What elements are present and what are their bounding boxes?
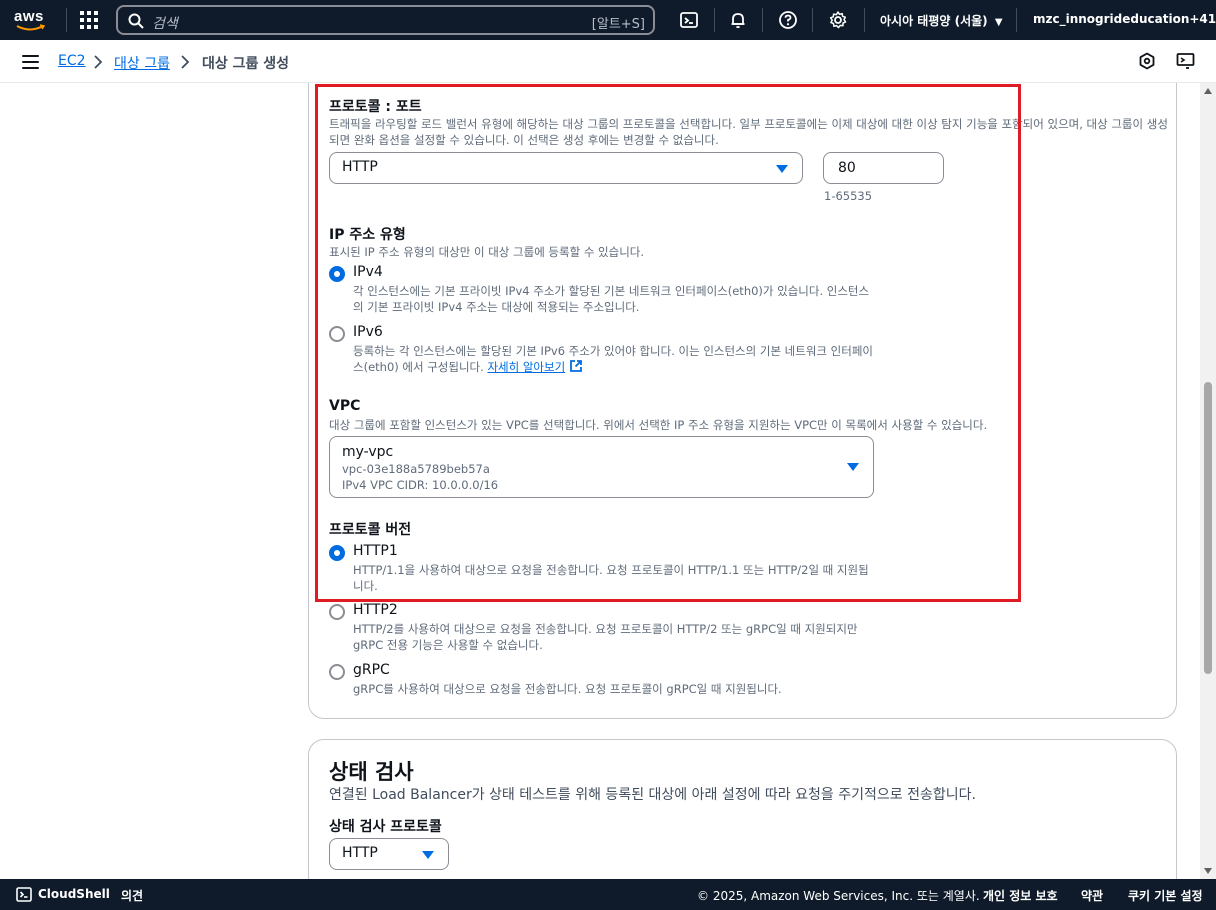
nav-divider	[812, 8, 813, 32]
ipv4-label: IPv4	[353, 264, 383, 280]
cloudshell-link[interactable]: CloudShell	[38, 887, 110, 901]
nav-divider	[1016, 8, 1017, 32]
breadcrumb-bar: EC2 대상 그룹 대상 그룹 생성	[0, 40, 1216, 83]
breadcrumb-target-groups[interactable]: 대상 그룹	[114, 53, 170, 73]
top-navigation: aws 검색 [알트+S] 아시아 태평양 (서울) ▼ mzc_innogri…	[0, 0, 1216, 40]
region-label: 아시아 태평양 (서울)	[880, 14, 988, 28]
port-value: 80	[838, 160, 856, 176]
breadcrumb-current: 대상 그룹 생성	[202, 56, 290, 72]
nav-divider	[762, 8, 763, 32]
radio-ipv6[interactable]	[329, 326, 345, 342]
ip-type-label: IP 주소 유형	[329, 227, 406, 243]
feedback-link[interactable]: 의견	[121, 887, 143, 904]
account-label: mzc_innogrideducation+41	[1033, 12, 1216, 26]
services-grid-icon[interactable]	[80, 11, 98, 29]
chevron-right-icon	[181, 55, 190, 69]
basic-config-card: 프로토콜 : 포트 트래픽을 라우팅할 로드 밸런서 유형에 해당하는 대상 그…	[308, 83, 1177, 719]
account-menu[interactable]: mzc_innogrideducation+41	[1033, 12, 1216, 26]
protocol-port-label: 프로토콜 : 포트	[329, 99, 422, 115]
health-check-protocol-select[interactable]: HTTP	[329, 838, 449, 870]
http2-description: HTTP/2를 사용하여 대상으로 요청을 전송합니다. 요청 프로토콜이 HT…	[353, 622, 858, 652]
bell-icon[interactable]	[728, 10, 748, 30]
cloudshell-footer-icon[interactable]	[16, 887, 32, 902]
menu-icon[interactable]	[22, 55, 39, 69]
protocol-value: HTTP	[342, 159, 378, 175]
nav-divider	[714, 8, 715, 32]
health-check-protocol-value: HTTP	[342, 845, 378, 861]
ip-type-description: 표시된 IP 주소 유형의 대상만 이 대상 그룹에 등록할 수 있습니다.	[329, 245, 645, 259]
footer: CloudShell 의견 © 2025, Amazon Web Service…	[0, 879, 1216, 910]
http2-label: HTTP2	[353, 602, 398, 618]
vpc-select[interactable]: my-vpc vpc-03e188a5789beb57a IPv4 VPC CI…	[329, 436, 874, 498]
cookie-preferences-link[interactable]: 쿠키 기본 설정	[1128, 887, 1203, 904]
vpc-cidr: IPv4 VPC CIDR: 10.0.0.0/16	[342, 478, 499, 492]
grpc-label: gRPC	[353, 662, 390, 678]
vpc-description: 대상 그룹에 포함할 인스턴스가 있는 VPC를 선택합니다. 위에서 선택한 …	[329, 418, 988, 432]
copyright-text: © 2025, Amazon Web Services, Inc. 또는 계열사…	[697, 889, 980, 903]
help-icon[interactable]	[778, 10, 798, 30]
radio-http2[interactable]	[329, 604, 345, 620]
port-range-hint: 1-65535	[824, 189, 873, 203]
chevron-down-icon: ▼	[994, 17, 1003, 28]
aws-logo[interactable]: aws	[14, 6, 54, 34]
health-check-card: 상태 검사 연결된 Load Balancer가 상태 테스트를 위해 등록된 …	[308, 739, 1177, 879]
gear-icon[interactable]	[828, 10, 848, 30]
protocol-select[interactable]: HTTP	[329, 152, 803, 184]
learn-more-link[interactable]: 자세히 알아보기	[487, 360, 565, 374]
cloudshell-icon[interactable]	[679, 10, 699, 30]
breadcrumb-ec2[interactable]: EC2	[58, 53, 86, 69]
http1-description: HTTP/1.1을 사용하여 대상으로 요청을 전송합니다. 요청 프로토콜이 …	[353, 563, 869, 593]
ipv4-description: 각 인스턴스에는 기본 프라이빗 IPv4 주소가 할당된 기본 네트워크 인터…	[353, 284, 870, 314]
radio-ipv4[interactable]	[329, 266, 345, 282]
health-check-description: 연결된 Load Balancer가 상태 테스트를 위해 등록된 대상에 아래…	[329, 787, 976, 803]
health-check-protocol-label: 상태 검사 프로토콜	[329, 819, 442, 835]
search-placeholder: 검색	[152, 16, 178, 32]
aws-logo-text: aws	[14, 8, 44, 25]
ipv6-label: IPv6	[353, 324, 383, 340]
privacy-link[interactable]: 개인 정보 보호	[983, 887, 1058, 904]
nav-divider	[66, 8, 67, 32]
search-icon	[128, 13, 144, 29]
http1-label: HTTP1	[353, 543, 398, 559]
caret-down-icon	[847, 463, 859, 471]
scrollbar-thumb[interactable]	[1204, 382, 1212, 674]
scroll-down-arrow-icon[interactable]	[1204, 868, 1212, 874]
aws-smile-icon	[16, 24, 46, 31]
port-input[interactable]: 80	[823, 152, 944, 184]
info-panel-icon[interactable]	[1138, 52, 1156, 70]
vpc-label: VPC	[329, 398, 361, 414]
protocol-version-label: 프로토콜 버전	[329, 522, 412, 538]
region-selector[interactable]: 아시아 태평양 (서울) ▼	[880, 12, 1003, 29]
nav-divider	[864, 8, 865, 32]
caret-down-icon	[422, 851, 434, 859]
search-bar[interactable]: 검색 [알트+S]	[116, 5, 655, 35]
caret-down-icon	[776, 165, 788, 173]
search-shortcut: [알트+S]	[591, 17, 645, 32]
terms-link[interactable]: 약관	[1081, 887, 1103, 904]
health-check-title: 상태 검사	[329, 760, 414, 784]
vpc-id: vpc-03e188a5789beb57a	[342, 462, 490, 476]
grpc-description: gRPC를 사용하여 대상으로 요청을 전송합니다. 요청 프로토콜이 gRPC…	[353, 682, 782, 696]
chevron-right-icon	[94, 55, 103, 69]
radio-grpc[interactable]	[329, 664, 345, 680]
protocol-port-description: 트래픽을 라우팅할 로드 밸런서 유형에 해당하는 대상 그룹의 프로토콜을 선…	[329, 117, 1168, 147]
vpc-name: my-vpc	[342, 444, 394, 460]
external-link-icon	[569, 360, 582, 372]
scroll-up-arrow-icon[interactable]	[1204, 88, 1212, 94]
ipv6-description-block: 등록하는 각 인스턴스에는 할당된 기본 IPv6 주소가 있어야 합니다. 이…	[353, 343, 873, 375]
ipv6-description: 등록하는 각 인스턴스에는 할당된 기본 IPv6 주소가 있어야 합니다. 이…	[353, 344, 873, 374]
radio-http1[interactable]	[329, 545, 345, 561]
feedback-panel-icon[interactable]	[1176, 52, 1196, 70]
main-content: 프로토콜 : 포트 트래픽을 라우팅할 로드 밸런서 유형에 해당하는 대상 그…	[0, 83, 1216, 879]
